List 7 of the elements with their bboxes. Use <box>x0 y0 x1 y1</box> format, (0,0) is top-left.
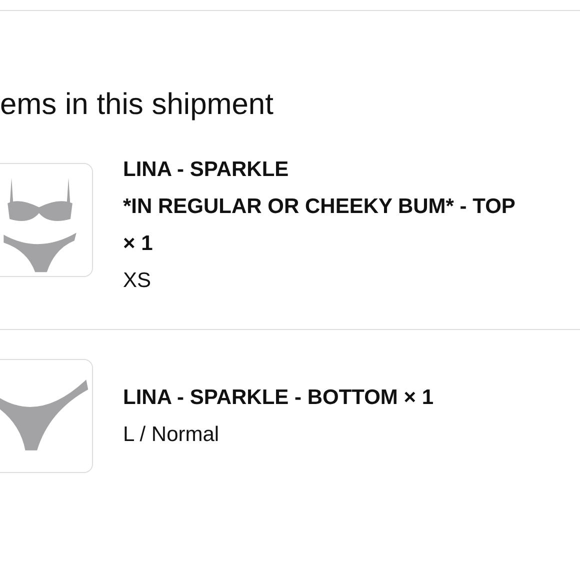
product-name: LINA - SPARKLE - BOTTOM × 1 <box>123 385 434 411</box>
product-name: *IN REGULAR OR CHEEKY BUM* - TOP <box>123 194 516 220</box>
variant-text: L / Normal <box>123 422 220 448</box>
product-name: × 1 <box>123 231 154 257</box>
product-name: LINA - SPARKLE <box>123 157 290 183</box>
section-heading: ems in this shipment <box>0 87 274 123</box>
variant-text: XS <box>123 268 152 294</box>
